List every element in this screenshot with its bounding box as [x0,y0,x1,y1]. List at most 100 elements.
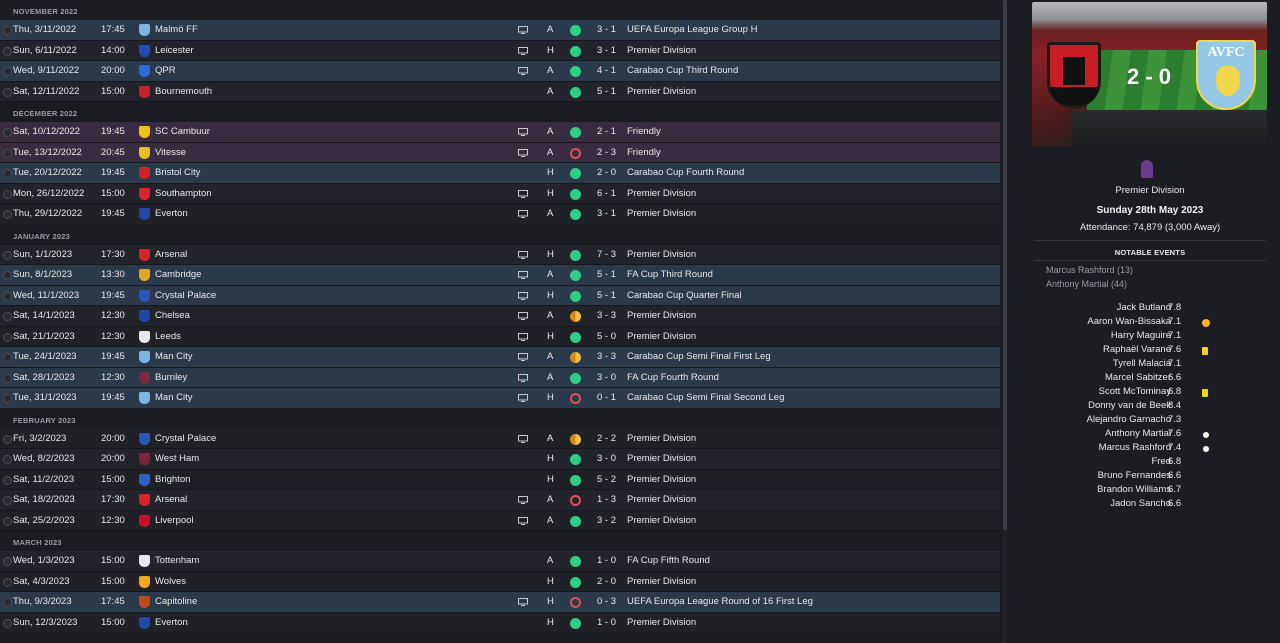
fixture-row[interactable]: Sun, 8/1/2023 13:30 Cambridge A 5 - 1 FA Cup … [0,265,1000,286]
fixture-opponent[interactable]: Leicester [155,45,194,56]
fixture-row[interactable]: Sat, 14/1/2023 12:30 Chelsea A 3 - 3 Premier … [0,306,1000,327]
fixture-opponent[interactable]: Malmö FF [155,24,198,35]
fixture-competition[interactable]: Carabao Cup Semi Final Second Leg [627,392,784,403]
fixture-opponent[interactable]: Bournemouth [155,86,212,97]
player-name[interactable]: Raphaël Varane [1103,344,1171,355]
fixture-competition[interactable]: FA Cup Third Round [627,269,713,280]
fixture-row[interactable]: Tue, 31/1/2023 19:45 Man City H 0 - 1 Carabao… [0,388,1000,409]
fixture-opponent[interactable]: Man City [155,351,192,362]
fixture-competition[interactable]: Friendly [627,147,661,158]
fixture-competition[interactable]: Carabao Cup Fourth Round [627,167,744,178]
fixture-competition[interactable]: Carabao Cup Third Round [627,65,738,76]
player-rating-row[interactable]: Jadon Sancho 6.6 [1020,498,1280,512]
fixture-opponent[interactable]: Liverpool [155,515,194,526]
fixture-score[interactable]: 0 - 1 [597,392,616,403]
match-competition[interactable]: Premier Division [1020,185,1280,196]
player-name[interactable]: Jack Butland [1117,302,1171,313]
player-name[interactable]: Bruno Fernandes [1098,470,1171,481]
fixture-competition[interactable]: Premier Division [627,86,696,97]
fixture-score[interactable]: 3 - 0 [597,453,616,464]
fixture-row[interactable]: Wed, 1/3/2023 15:00 Tottenham A 1 - 0 FA Cup … [0,551,1000,572]
player-name[interactable]: Marcus Rashford [1099,442,1171,453]
notable-event-scorer[interactable]: Anthony Martial (44) [1046,279,1127,289]
fixture-opponent[interactable]: Crystal Palace [155,433,216,444]
fixture-score[interactable]: 3 - 1 [597,24,616,35]
player-rating-row[interactable]: Aaron Wan-Bissaka 7.1 [1020,316,1280,330]
fixture-row[interactable]: Sun, 1/1/2023 17:30 Arsenal H 7 - 3 Premier D… [0,244,1000,265]
fixture-opponent[interactable]: Vitesse [155,147,186,158]
fixture-row[interactable]: Wed, 11/1/2023 19:45 Crystal Palace H 5 - 1 C… [0,285,1000,306]
fixture-competition[interactable]: Premier Division [627,576,696,587]
player-name[interactable]: Tyrell Malacia [1113,358,1171,369]
player-rating-row[interactable]: Fred 6.8 [1020,456,1280,470]
fixture-opponent[interactable]: Everton [155,617,188,628]
player-name[interactable]: Brandon Williams [1097,484,1171,495]
player-rating-row[interactable]: Raphaël Varane 7.6 [1020,344,1280,358]
fixture-row[interactable]: Sat, 4/3/2023 15:00 Wolves H 2 - 0 Premier Di… [0,571,1000,592]
fixture-row[interactable]: Sun, 6/11/2022 14:00 Leicester H 3 - 1 Premie… [0,40,1000,61]
player-rating-row[interactable]: Marcel Sabitzer 6.6 [1020,372,1280,386]
fixture-competition[interactable]: Premier Division [627,208,696,219]
fixture-score[interactable]: 3 - 3 [597,351,616,362]
fixture-score[interactable]: 1 - 3 [597,494,616,505]
fixture-opponent[interactable]: Everton [155,208,188,219]
fixture-row[interactable]: Sat, 28/1/2023 12:30 Burnley A 3 - 0 FA Cup F… [0,367,1000,388]
fixture-score[interactable]: 2 - 3 [597,147,616,158]
fixture-score[interactable]: 0 - 3 [597,596,616,607]
fixture-row[interactable]: Mon, 26/12/2022 15:00 Southampton H 6 - 1 Pre… [0,183,1000,204]
fixture-score[interactable]: 3 - 2 [597,515,616,526]
fixture-opponent[interactable]: Capitoline [155,596,197,607]
fixture-score[interactable]: 5 - 0 [597,331,616,342]
fixture-score[interactable]: 1 - 0 [597,555,616,566]
fixture-row[interactable]: Sat, 25/2/2023 12:30 Liverpool A 3 - 2 Premie… [0,510,1000,531]
fixture-competition[interactable]: Carabao Cup Semi Final First Leg [627,351,771,362]
fixture-score[interactable]: 3 - 1 [597,208,616,219]
fixture-competition[interactable]: Premier Division [627,515,696,526]
fixture-row[interactable]: Sat, 10/12/2022 19:45 SC Cambuur A 2 - 1 Frie… [0,122,1000,143]
fixture-row[interactable]: Tue, 24/1/2023 19:45 Man City A 3 - 3 Carabao… [0,347,1000,368]
match-hero-image[interactable]: AVFC 2 - 0 [1032,2,1267,146]
player-rating-row[interactable]: Anthony Martial 7.6 [1020,428,1280,442]
fixture-competition[interactable]: Premier Division [627,45,696,56]
fixture-score[interactable]: 1 - 0 [597,617,616,628]
fixture-score[interactable]: 7 - 3 [597,249,616,260]
fixture-row[interactable]: Wed, 9/11/2022 20:00 QPR A 4 - 1 Carabao Cup … [0,61,1000,82]
player-rating-row[interactable]: Marcus Rashford 7.4 [1020,442,1280,456]
fixture-row[interactable]: Tue, 13/12/2022 20:45 Vitesse A 2 - 3 Friendl… [0,142,1000,163]
fixture-competition[interactable]: FA Cup Fourth Round [627,372,719,383]
fixture-opponent[interactable]: SC Cambuur [155,126,210,137]
fixture-score[interactable]: 5 - 1 [597,269,616,280]
player-rating-row[interactable]: Jack Butland 7.8 [1020,302,1280,316]
fixture-competition[interactable]: Premier Division [627,188,696,199]
fixture-opponent[interactable]: Tottenham [155,555,199,566]
player-name[interactable]: Scott McTominay [1099,386,1171,397]
fixture-competition[interactable]: Premier Division [627,474,696,485]
fixture-opponent[interactable]: Southampton [155,188,212,199]
fixture-competition[interactable]: Premier Division [627,249,696,260]
player-name[interactable]: Alejandro Garnacho [1087,414,1172,425]
fixture-opponent[interactable]: Leeds [155,331,181,342]
fixture-competition[interactable]: Carabao Cup Quarter Final [627,290,742,301]
fixture-competition[interactable]: Premier Division [627,617,696,628]
fixture-row[interactable]: Sat, 12/11/2022 15:00 Bournemouth A 5 - 1 Pre… [0,81,1000,102]
notable-event-scorer[interactable]: Marcus Rashford (13) [1046,265,1133,275]
fixture-opponent[interactable]: Arsenal [155,249,187,260]
player-rating-row[interactable]: Donny van de Beek 8.4 [1020,400,1280,414]
fixture-score[interactable]: 2 - 0 [597,167,616,178]
fixture-opponent[interactable]: West Ham [155,453,199,464]
fixture-row[interactable]: Sat, 18/2/2023 17:30 Arsenal A 1 - 3 Premier … [0,490,1000,511]
fixture-row[interactable]: Sun, 12/3/2023 15:00 Everton H 1 - 0 Premier … [0,612,1000,633]
fixture-row[interactable]: Thu, 29/12/2022 19:45 Everton A 3 - 1 Premier… [0,204,1000,225]
fixture-score[interactable]: 2 - 1 [597,126,616,137]
fixture-score[interactable]: 5 - 1 [597,290,616,301]
fixture-score[interactable]: 6 - 1 [597,188,616,199]
fixture-opponent[interactable]: Man City [155,392,192,403]
fixture-score[interactable]: 3 - 1 [597,45,616,56]
player-rating-row[interactable]: Harry Maguire 7.1 [1020,330,1280,344]
fixture-opponent[interactable]: Crystal Palace [155,290,216,301]
fixture-opponent[interactable]: Bristol City [155,167,200,178]
fixture-row[interactable]: Fri, 3/2/2023 20:00 Crystal Palace A 2 - 2 Pr… [0,428,1000,449]
fixture-opponent[interactable]: Chelsea [155,310,190,321]
player-name[interactable]: Marcel Sabitzer [1105,372,1171,383]
fixture-score[interactable]: 2 - 2 [597,433,616,444]
